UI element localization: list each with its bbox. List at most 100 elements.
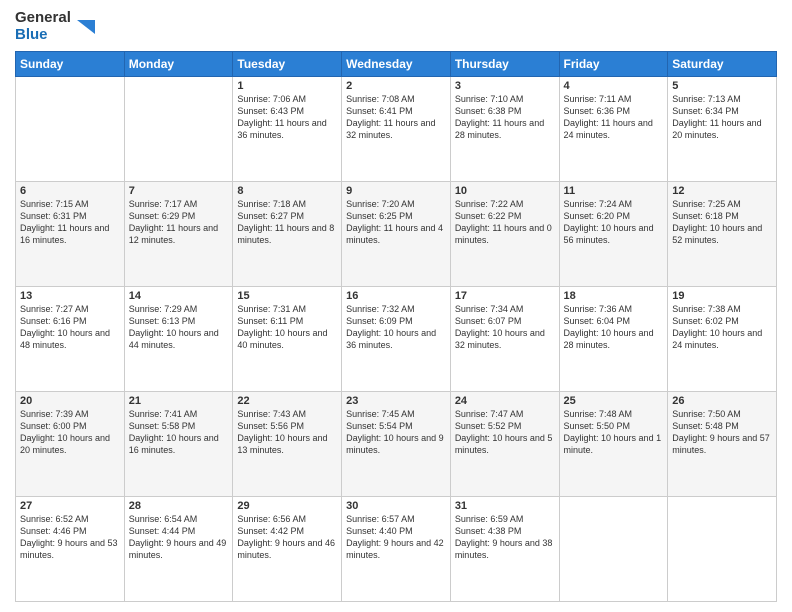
day-number: 26 — [672, 395, 772, 407]
day-number: 1 — [237, 80, 337, 92]
day-info: Sunrise: 7:10 AM Sunset: 6:38 PM Dayligh… — [455, 93, 555, 142]
day-number: 31 — [455, 500, 555, 512]
calendar-page: General Blue SundayMondayTuesdayWednesda… — [0, 0, 792, 612]
calendar-cell: 10Sunrise: 7:22 AM Sunset: 6:22 PM Dayli… — [450, 182, 559, 287]
calendar-cell: 30Sunrise: 6:57 AM Sunset: 4:40 PM Dayli… — [342, 497, 451, 602]
day-info: Sunrise: 7:06 AM Sunset: 6:43 PM Dayligh… — [237, 93, 337, 142]
day-number: 14 — [129, 290, 229, 302]
day-info: Sunrise: 7:45 AM Sunset: 5:54 PM Dayligh… — [346, 408, 446, 457]
day-info: Sunrise: 7:08 AM Sunset: 6:41 PM Dayligh… — [346, 93, 446, 142]
day-number: 8 — [237, 185, 337, 197]
day-number: 25 — [564, 395, 664, 407]
calendar-cell: 26Sunrise: 7:50 AM Sunset: 5:48 PM Dayli… — [668, 392, 777, 497]
day-info: Sunrise: 7:38 AM Sunset: 6:02 PM Dayligh… — [672, 303, 772, 352]
calendar-cell — [16, 77, 125, 182]
calendar-cell: 27Sunrise: 6:52 AM Sunset: 4:46 PM Dayli… — [16, 497, 125, 602]
day-number: 11 — [564, 185, 664, 197]
calendar-cell: 8Sunrise: 7:18 AM Sunset: 6:27 PM Daylig… — [233, 182, 342, 287]
weekday-header-tuesday: Tuesday — [233, 52, 342, 77]
calendar-table: SundayMondayTuesdayWednesdayThursdayFrid… — [15, 51, 777, 602]
day-number: 20 — [20, 395, 120, 407]
calendar-cell: 15Sunrise: 7:31 AM Sunset: 6:11 PM Dayli… — [233, 287, 342, 392]
day-info: Sunrise: 7:17 AM Sunset: 6:29 PM Dayligh… — [129, 198, 229, 247]
day-info: Sunrise: 7:48 AM Sunset: 5:50 PM Dayligh… — [564, 408, 664, 457]
day-info: Sunrise: 6:56 AM Sunset: 4:42 PM Dayligh… — [237, 513, 337, 562]
calendar-cell: 29Sunrise: 6:56 AM Sunset: 4:42 PM Dayli… — [233, 497, 342, 602]
calendar-cell: 19Sunrise: 7:38 AM Sunset: 6:02 PM Dayli… — [668, 287, 777, 392]
day-info: Sunrise: 7:25 AM Sunset: 6:18 PM Dayligh… — [672, 198, 772, 247]
day-info: Sunrise: 6:54 AM Sunset: 4:44 PM Dayligh… — [129, 513, 229, 562]
day-info: Sunrise: 7:22 AM Sunset: 6:22 PM Dayligh… — [455, 198, 555, 247]
calendar-cell: 4Sunrise: 7:11 AM Sunset: 6:36 PM Daylig… — [559, 77, 668, 182]
day-number: 10 — [455, 185, 555, 197]
day-info: Sunrise: 7:50 AM Sunset: 5:48 PM Dayligh… — [672, 408, 772, 457]
calendar-cell: 12Sunrise: 7:25 AM Sunset: 6:18 PM Dayli… — [668, 182, 777, 287]
day-number: 23 — [346, 395, 446, 407]
calendar-cell: 11Sunrise: 7:24 AM Sunset: 6:20 PM Dayli… — [559, 182, 668, 287]
logo-blue: Blue — [15, 27, 71, 44]
day-number: 3 — [455, 80, 555, 92]
day-info: Sunrise: 7:31 AM Sunset: 6:11 PM Dayligh… — [237, 303, 337, 352]
day-info: Sunrise: 7:34 AM Sunset: 6:07 PM Dayligh… — [455, 303, 555, 352]
day-info: Sunrise: 7:11 AM Sunset: 6:36 PM Dayligh… — [564, 93, 664, 142]
day-info: Sunrise: 6:52 AM Sunset: 4:46 PM Dayligh… — [20, 513, 120, 562]
day-info: Sunrise: 6:57 AM Sunset: 4:40 PM Dayligh… — [346, 513, 446, 562]
day-info: Sunrise: 7:13 AM Sunset: 6:34 PM Dayligh… — [672, 93, 772, 142]
calendar-cell: 14Sunrise: 7:29 AM Sunset: 6:13 PM Dayli… — [124, 287, 233, 392]
day-info: Sunrise: 7:32 AM Sunset: 6:09 PM Dayligh… — [346, 303, 446, 352]
day-number: 19 — [672, 290, 772, 302]
weekday-header-thursday: Thursday — [450, 52, 559, 77]
day-number: 7 — [129, 185, 229, 197]
day-number: 2 — [346, 80, 446, 92]
day-info: Sunrise: 7:47 AM Sunset: 5:52 PM Dayligh… — [455, 408, 555, 457]
calendar-cell: 5Sunrise: 7:13 AM Sunset: 6:34 PM Daylig… — [668, 77, 777, 182]
calendar-cell: 13Sunrise: 7:27 AM Sunset: 6:16 PM Dayli… — [16, 287, 125, 392]
day-info: Sunrise: 7:29 AM Sunset: 6:13 PM Dayligh… — [129, 303, 229, 352]
day-number: 27 — [20, 500, 120, 512]
day-number: 6 — [20, 185, 120, 197]
day-info: Sunrise: 7:41 AM Sunset: 5:58 PM Dayligh… — [129, 408, 229, 457]
day-number: 9 — [346, 185, 446, 197]
calendar-cell: 16Sunrise: 7:32 AM Sunset: 6:09 PM Dayli… — [342, 287, 451, 392]
calendar-cell: 24Sunrise: 7:47 AM Sunset: 5:52 PM Dayli… — [450, 392, 559, 497]
day-info: Sunrise: 6:59 AM Sunset: 4:38 PM Dayligh… — [455, 513, 555, 562]
weekday-header-sunday: Sunday — [16, 52, 125, 77]
day-info: Sunrise: 7:15 AM Sunset: 6:31 PM Dayligh… — [20, 198, 120, 247]
day-number: 24 — [455, 395, 555, 407]
calendar-cell: 1Sunrise: 7:06 AM Sunset: 6:43 PM Daylig… — [233, 77, 342, 182]
calendar-cell: 23Sunrise: 7:45 AM Sunset: 5:54 PM Dayli… — [342, 392, 451, 497]
calendar-cell: 3Sunrise: 7:10 AM Sunset: 6:38 PM Daylig… — [450, 77, 559, 182]
day-info: Sunrise: 7:27 AM Sunset: 6:16 PM Dayligh… — [20, 303, 120, 352]
day-number: 5 — [672, 80, 772, 92]
day-info: Sunrise: 7:20 AM Sunset: 6:25 PM Dayligh… — [346, 198, 446, 247]
day-info: Sunrise: 7:24 AM Sunset: 6:20 PM Dayligh… — [564, 198, 664, 247]
calendar-cell: 6Sunrise: 7:15 AM Sunset: 6:31 PM Daylig… — [16, 182, 125, 287]
calendar-cell: 21Sunrise: 7:41 AM Sunset: 5:58 PM Dayli… — [124, 392, 233, 497]
day-number: 15 — [237, 290, 337, 302]
day-info: Sunrise: 7:36 AM Sunset: 6:04 PM Dayligh… — [564, 303, 664, 352]
day-number: 17 — [455, 290, 555, 302]
day-number: 12 — [672, 185, 772, 197]
calendar-cell: 20Sunrise: 7:39 AM Sunset: 6:00 PM Dayli… — [16, 392, 125, 497]
logo-general: General — [15, 10, 71, 27]
calendar-cell: 9Sunrise: 7:20 AM Sunset: 6:25 PM Daylig… — [342, 182, 451, 287]
calendar-cell: 28Sunrise: 6:54 AM Sunset: 4:44 PM Dayli… — [124, 497, 233, 602]
calendar-cell: 7Sunrise: 7:17 AM Sunset: 6:29 PM Daylig… — [124, 182, 233, 287]
day-info: Sunrise: 7:18 AM Sunset: 6:27 PM Dayligh… — [237, 198, 337, 247]
calendar-cell — [668, 497, 777, 602]
logo: General Blue — [15, 10, 97, 43]
day-number: 4 — [564, 80, 664, 92]
day-number: 16 — [346, 290, 446, 302]
day-number: 30 — [346, 500, 446, 512]
calendar-cell — [124, 77, 233, 182]
day-number: 21 — [129, 395, 229, 407]
calendar-cell: 17Sunrise: 7:34 AM Sunset: 6:07 PM Dayli… — [450, 287, 559, 392]
calendar-cell — [559, 497, 668, 602]
day-number: 13 — [20, 290, 120, 302]
calendar-cell: 22Sunrise: 7:43 AM Sunset: 5:56 PM Dayli… — [233, 392, 342, 497]
calendar-cell: 2Sunrise: 7:08 AM Sunset: 6:41 PM Daylig… — [342, 77, 451, 182]
weekday-header-saturday: Saturday — [668, 52, 777, 77]
day-info: Sunrise: 7:39 AM Sunset: 6:00 PM Dayligh… — [20, 408, 120, 457]
day-number: 18 — [564, 290, 664, 302]
calendar-cell: 25Sunrise: 7:48 AM Sunset: 5:50 PM Dayli… — [559, 392, 668, 497]
